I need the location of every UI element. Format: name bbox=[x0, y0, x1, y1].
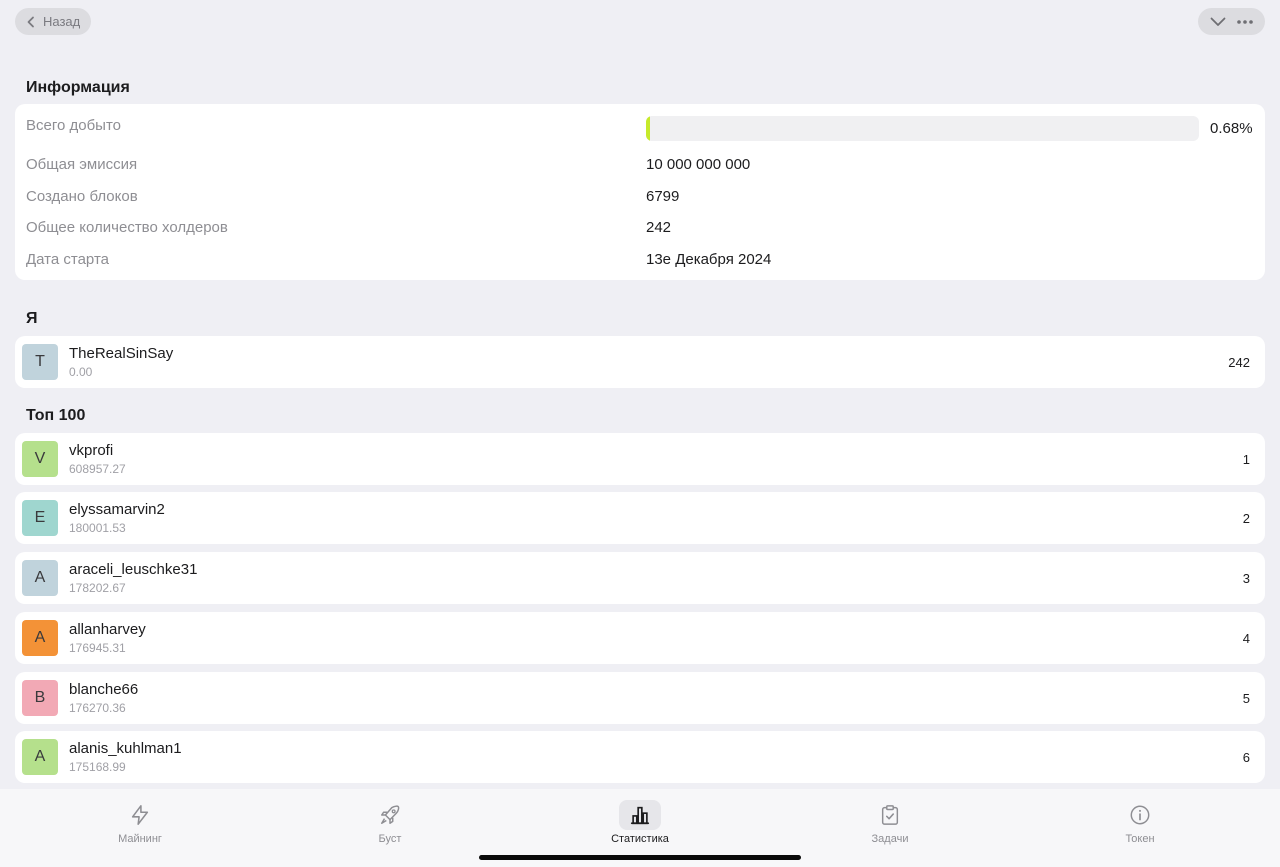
user-score: 176945.31 bbox=[69, 641, 126, 655]
leaderboard-row[interactable]: E elyssamarvin2 180001.53 2 bbox=[15, 492, 1265, 544]
info-row: Создано блоков 6799 bbox=[26, 188, 1254, 210]
user-rank: 5 bbox=[1242, 691, 1250, 706]
user-name: TheRealSinSay bbox=[69, 345, 174, 362]
avatar: A bbox=[22, 620, 58, 656]
mined-percent: 0.68% bbox=[1210, 120, 1253, 137]
nav-boost[interactable]: Буст bbox=[330, 789, 450, 849]
avatar: V bbox=[22, 441, 58, 477]
leaderboard-row[interactable]: V vkprofi 608957.27 1 bbox=[15, 433, 1265, 485]
nav-token[interactable]: Токен bbox=[1080, 789, 1200, 849]
more-button[interactable] bbox=[1233, 12, 1257, 32]
me-section-title: Я bbox=[26, 310, 38, 327]
info-row: Общая эмиссия 10 000 000 000 bbox=[26, 156, 1254, 178]
chevron-left-icon bbox=[27, 16, 34, 27]
rocket-icon bbox=[369, 800, 411, 830]
top-bar: Назад bbox=[0, 0, 1280, 44]
nav-statistics[interactable]: Статистика bbox=[580, 789, 700, 849]
chevron-down-icon bbox=[1210, 17, 1226, 26]
window-controls bbox=[1198, 8, 1265, 35]
info-section-title: Информация bbox=[26, 79, 130, 96]
lightning-icon bbox=[119, 800, 161, 830]
back-button[interactable]: Назад bbox=[15, 8, 92, 35]
user-name: vkprofi bbox=[69, 442, 114, 459]
info-row-value: 242 bbox=[646, 219, 672, 236]
leaderboard-row[interactable]: B blanche66 176270.36 5 bbox=[15, 672, 1265, 724]
info-row-label: Создано блоков bbox=[26, 188, 138, 205]
nav-label: Токен bbox=[1125, 833, 1155, 845]
user-name: araceli_leuschke31 bbox=[69, 561, 198, 578]
user-name: blanche66 bbox=[69, 681, 139, 698]
top-section-title: Топ 100 bbox=[26, 407, 86, 424]
info-row: Общее количество холдеров 242 bbox=[26, 219, 1254, 241]
user-name: alanis_kuhlman1 bbox=[69, 740, 182, 757]
info-row-value: 13е Декабря 2024 bbox=[646, 251, 772, 268]
nav-label: Статистика bbox=[611, 833, 669, 845]
leaderboard-row[interactable]: A araceli_leuschke31 178202.67 3 bbox=[15, 552, 1265, 604]
avatar: A bbox=[22, 739, 58, 775]
leaderboard-row[interactable]: A allanharvey 176945.31 4 bbox=[15, 612, 1265, 664]
more-dots-icon bbox=[1237, 19, 1254, 24]
avatar: T bbox=[22, 344, 58, 380]
leaderboard-row[interactable]: A alanis_kuhlman1 175168.99 6 bbox=[15, 731, 1265, 783]
back-label: Назад bbox=[43, 14, 81, 29]
user-rank: 242 bbox=[1228, 355, 1250, 370]
info-icon bbox=[1119, 800, 1161, 830]
nav-tasks[interactable]: Задачи bbox=[830, 789, 950, 849]
user-score: 176270.36 bbox=[69, 701, 126, 715]
info-row: Дата старта 13е Декабря 2024 bbox=[26, 251, 1254, 273]
bar-chart-icon bbox=[619, 800, 661, 830]
clipboard-check-icon bbox=[869, 800, 911, 830]
mined-progress-fill bbox=[646, 116, 650, 141]
user-score: 175168.99 bbox=[69, 760, 126, 774]
info-row-label: Общее количество холдеров bbox=[26, 219, 228, 236]
user-score: 608957.27 bbox=[69, 462, 126, 476]
mined-label: Всего добыто bbox=[26, 117, 122, 134]
info-row-label: Общая эмиссия bbox=[26, 156, 138, 173]
user-name: elyssamarvin2 bbox=[69, 501, 165, 518]
user-score: 0.00 bbox=[69, 365, 93, 379]
user-rank: 4 bbox=[1242, 631, 1250, 646]
nav-label: Майнинг bbox=[118, 833, 162, 845]
user-rank: 1 bbox=[1242, 452, 1250, 467]
collapse-button[interactable] bbox=[1206, 12, 1230, 32]
user-rank: 2 bbox=[1242, 511, 1250, 526]
info-row-value: 6799 bbox=[646, 188, 680, 205]
nav-label: Задачи bbox=[871, 833, 909, 845]
avatar: E bbox=[22, 500, 58, 536]
info-card: Всего добыто 0.68% Общая эмиссия 10 000 … bbox=[15, 104, 1265, 280]
info-row-value: 10 000 000 000 bbox=[646, 156, 751, 173]
avatar: B bbox=[22, 680, 58, 716]
info-row-label: Дата старта bbox=[26, 251, 109, 268]
home-indicator bbox=[479, 855, 801, 860]
nav-label: Буст bbox=[378, 833, 402, 845]
user-name: allanharvey bbox=[69, 621, 146, 638]
user-rank: 3 bbox=[1242, 571, 1250, 586]
mined-progress-bar bbox=[646, 116, 1199, 141]
avatar: A bbox=[22, 560, 58, 596]
my-user-row[interactable]: T TheRealSinSay 0.00 242 bbox=[15, 336, 1265, 388]
nav-mining[interactable]: Майнинг bbox=[80, 789, 200, 849]
user-score: 180001.53 bbox=[69, 521, 126, 535]
user-rank: 6 bbox=[1242, 750, 1250, 765]
user-score: 178202.67 bbox=[69, 581, 126, 595]
